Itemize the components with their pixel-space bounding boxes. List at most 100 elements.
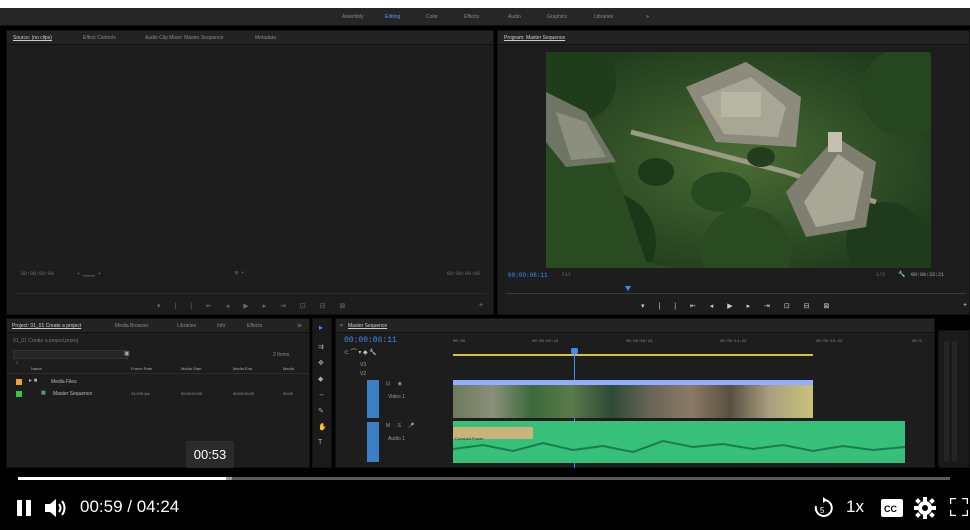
project-panel-tabs: Project: 01_01 Create a project Media Br…: [7, 319, 309, 333]
project-panel: Project: 01_01 Create a project Media Br…: [6, 318, 310, 468]
column-frame-rate[interactable]: Frame Rate: [131, 366, 152, 371]
fullscreen-icon[interactable]: [950, 498, 968, 516]
column-name[interactable]: Name: [31, 366, 42, 371]
scrub-played[interactable]: [18, 477, 226, 480]
source-timecode-left[interactable]: 00:00:00:00: [21, 271, 54, 277]
new-bin-icon[interactable]: ▣: [124, 350, 130, 357]
list-item[interactable]: ▦ Master Sequence 23.976 fps 00:00:00:00…: [7, 389, 309, 399]
program-transport-controls[interactable]: ▾ | | ⇤ ◂ ▶ ▸ ⇥ ⊡ ⊟ ⊠: [641, 302, 835, 310]
program-duration: 00:00:33:21: [911, 272, 945, 278]
tab-program[interactable]: Program: Master Sequence: [504, 31, 565, 45]
source-timecode-right[interactable]: 00:00:00:00: [447, 271, 480, 277]
quality-dropdown[interactable]: 1/2: [876, 272, 885, 278]
tab-source[interactable]: Source: (no clips): [13, 31, 52, 45]
project-column-headers: Name Frame Rate Media Start Media End Me…: [7, 364, 309, 374]
ruler-tick-label: 00:00: [453, 340, 466, 344]
source-transport-controls[interactable]: ▾ | | ⇤ ◂ ▶ ▸ ⇥ ⊡ ⊟ ⊠: [157, 302, 351, 310]
pause-icon[interactable]: [17, 500, 31, 516]
slip-tool-icon[interactable]: ↔: [318, 391, 325, 398]
workspace-tab-graphics[interactable]: Graphics: [547, 8, 567, 26]
label-color-swatch: [16, 379, 22, 385]
fit-dropdown[interactable]: Fit: [562, 272, 571, 278]
svg-text:CC: CC: [884, 504, 897, 514]
track-toggle-icons[interactable]: ⊡ ◉: [386, 381, 405, 387]
playhead-marker[interactable]: [625, 286, 631, 291]
project-file-name: 01_01 Create a project.prproj: [13, 338, 79, 344]
workspace-tab-libraries[interactable]: Libraries: [594, 8, 613, 26]
program-timecode[interactable]: 00:00:06:11: [508, 272, 548, 279]
workspace-tab-effects[interactable]: Effects: [464, 8, 479, 26]
meter-left: [944, 341, 949, 461]
workspace-tab-assembly[interactable]: Assembly: [342, 8, 364, 26]
work-area-bar[interactable]: [453, 354, 813, 356]
timeline-tools-icons[interactable]: ⊂ ⌒ ▾ ◆ 🔧: [344, 347, 377, 356]
playhead-handle[interactable]: [571, 348, 578, 354]
project-search-input[interactable]: ⌕: [13, 350, 128, 366]
frame-rate-value: 23.976 fps: [131, 391, 150, 396]
add-button-icon[interactable]: +: [963, 302, 967, 309]
media-start-value: 00:00:00:00: [181, 391, 203, 396]
tab-media-browser[interactable]: Media Browser: [115, 319, 148, 333]
source-panel-tabs: Source: (no clips) Effect Controls Audio…: [7, 31, 493, 45]
track-a1-name: Audio 1: [388, 436, 405, 442]
video-clip-strip[interactable]: [453, 380, 813, 418]
pen-tool-icon[interactable]: ✎: [318, 407, 324, 415]
aerial-ruins-image: [546, 52, 931, 268]
tab-libraries[interactable]: Libraries: [177, 319, 196, 333]
playback-speed-button[interactable]: 1x: [846, 497, 864, 517]
hand-tool-icon[interactable]: ✋: [318, 423, 327, 431]
ripple-edit-tool-icon[interactable]: ✥: [318, 359, 324, 367]
scrub-hover-tooltip: 00:53: [186, 441, 234, 468]
selection-tool-icon[interactable]: ▸: [319, 323, 323, 332]
track-v2-label[interactable]: V2: [360, 371, 366, 377]
panel-menu-icon[interactable]: ≫: [297, 319, 302, 333]
audio-clip[interactable]: Constant Power: [453, 421, 905, 463]
track-v1-target[interactable]: [367, 380, 379, 418]
tab-master-sequence[interactable]: Master Sequence: [348, 319, 387, 333]
razor-tool-icon[interactable]: ◆: [318, 375, 323, 383]
column-media-start[interactable]: Media Start: [181, 366, 201, 371]
column-media[interactable]: Media: [283, 366, 294, 371]
track-v1-name: Video 1: [388, 394, 405, 400]
track-a1-target[interactable]: [367, 422, 379, 462]
ruler-tick-label: 00:00:09:23: [626, 340, 653, 344]
settings-gear-icon[interactable]: [914, 497, 936, 519]
column-media-end[interactable]: Media End: [233, 366, 252, 371]
track-select-tool-icon[interactable]: ⇉: [318, 343, 324, 351]
source-scrubber[interactable]: [15, 293, 487, 294]
wrench-icon[interactable]: 🔧: [898, 271, 905, 278]
type-tool-icon[interactable]: T: [318, 439, 322, 446]
workspace-tab-editing[interactable]: Editing: [385, 8, 400, 26]
replay-5-icon[interactable]: 5: [813, 497, 833, 519]
add-button-icon[interactable]: +: [479, 302, 483, 309]
tab-info[interactable]: Info: [217, 319, 225, 333]
item-count: 2 Items: [273, 352, 290, 358]
fit-dropdown[interactable]: ▾ ▁▁▁▁ ▾: [77, 271, 101, 277]
program-panel-tabs: Program: Master Sequence: [498, 31, 969, 45]
list-item[interactable]: ▸ ■ Media Files: [7, 377, 309, 387]
tab-audio-clip-mixer[interactable]: Audio Clip Mixer: Master Sequence: [145, 31, 223, 45]
media-end-value: 00:00:33:20: [233, 391, 255, 396]
track-v3-label[interactable]: V3: [360, 362, 366, 368]
workspace-tab-audio[interactable]: Audio: [508, 8, 521, 26]
program-video-frame: [546, 52, 931, 268]
audio-meters: [938, 330, 970, 468]
workspace-tab-color[interactable]: Color: [426, 8, 438, 26]
settings-icon[interactable]: ▤ ▾: [235, 270, 244, 276]
double-chevron-icon[interactable]: »: [646, 8, 649, 26]
source-monitor-panel: Source: (no clips) Effect Controls Audio…: [6, 30, 494, 315]
tab-metadata[interactable]: Metadata: [255, 31, 276, 45]
volume-icon[interactable]: [45, 498, 67, 518]
ruler-tick-label: 00:00:19:23: [816, 340, 843, 344]
program-scrubber[interactable]: [506, 293, 966, 294]
tab-effect-controls[interactable]: Effect Controls: [83, 31, 116, 45]
captions-icon[interactable]: CC: [881, 499, 903, 517]
tab-project[interactable]: Project: 01_01 Create a project: [12, 319, 81, 333]
timeline-timecode[interactable]: 00:00:06:11: [344, 336, 397, 345]
track-toggle-icons[interactable]: M S 🎤: [386, 423, 418, 429]
ruler-tick-label: 00:0: [912, 340, 922, 344]
tab-effects[interactable]: Effects: [247, 319, 262, 333]
close-icon[interactable]: ×: [340, 319, 343, 333]
meter-right: [952, 341, 957, 461]
ruler-tick-label: 00:00:04:23: [532, 340, 559, 344]
